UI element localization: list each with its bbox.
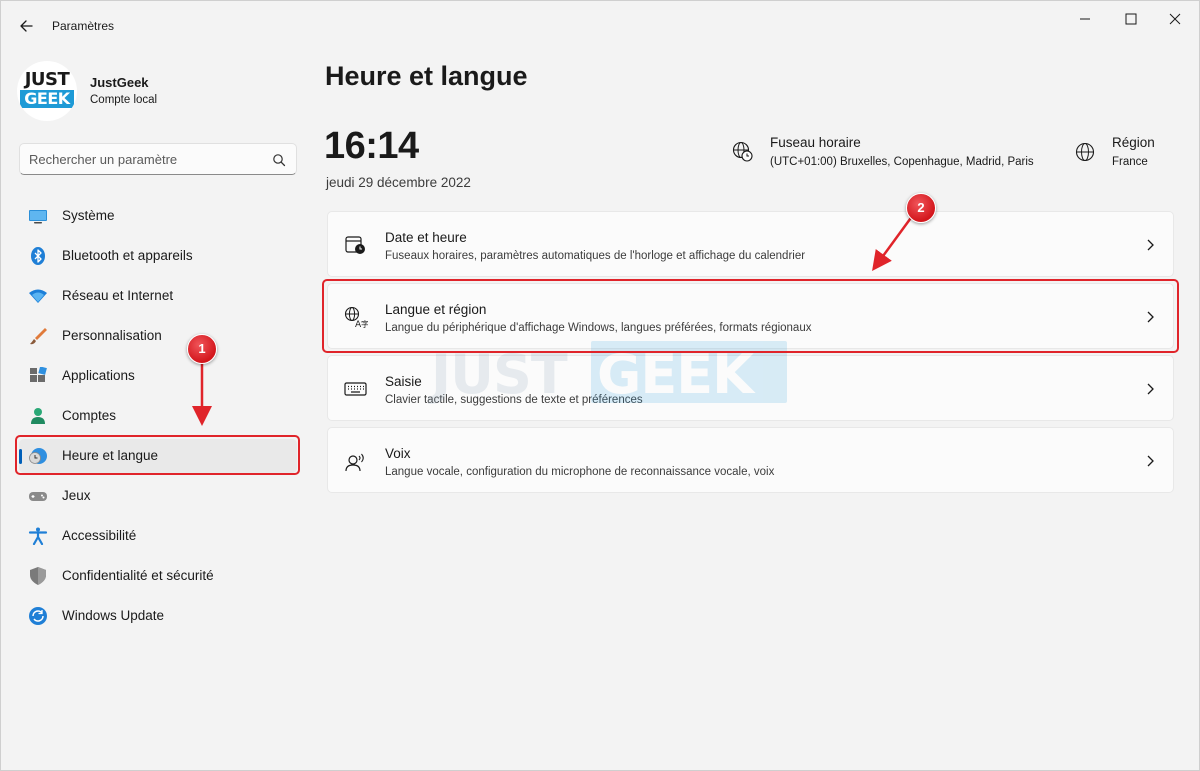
- card-description: Fuseaux horaires, paramètres automatique…: [385, 250, 806, 262]
- sidebar-item-confidentialite[interactable]: Confidentialité et sécurité: [19, 559, 297, 593]
- sidebar-item-label: Applications: [62, 368, 135, 383]
- sidebar-item-systeme[interactable]: Système: [19, 199, 297, 233]
- region-info: Région France: [1074, 135, 1184, 175]
- logo-geek-text: GEEK: [20, 90, 74, 108]
- sidebar-item-label: Personnalisation: [62, 328, 162, 343]
- sidebar-item-jeux[interactable]: Jeux: [19, 479, 297, 513]
- timezone-info: Fuseau horaire (UTC+01:00) Bruxelles, Co…: [732, 135, 1062, 175]
- close-button[interactable]: [1157, 9, 1193, 29]
- card-saisie[interactable]: Saisie Clavier tactile, suggestions de t…: [327, 355, 1174, 421]
- timezone-title: Fuseau horaire: [770, 135, 861, 150]
- sidebar-item-label: Jeux: [62, 488, 91, 503]
- sidebar-item-personnalisation[interactable]: Personnalisation: [19, 319, 297, 353]
- card-description: Langue vocale, configuration du micropho…: [385, 466, 775, 478]
- card-title: Langue et région: [385, 302, 487, 317]
- sidebar-item-comptes[interactable]: Comptes: [19, 399, 297, 433]
- sidebar-item-label: Heure et langue: [62, 448, 159, 463]
- sidebar-item-heure-langue[interactable]: Heure et langue: [19, 439, 297, 473]
- maximize-icon: [1125, 13, 1137, 25]
- card-voix[interactable]: Voix Langue vocale, configuration du mic…: [327, 427, 1174, 493]
- sidebar-item-label: Comptes: [62, 408, 117, 423]
- page-title: Heure et langue: [325, 61, 528, 91]
- step-badge-2: 2: [906, 193, 936, 223]
- speech-icon: [345, 453, 364, 472]
- gamepad-icon: [29, 492, 47, 501]
- minimize-icon: [1080, 18, 1090, 20]
- back-arrow-icon: [20, 20, 33, 32]
- step-badge-1: 1: [187, 334, 217, 364]
- account-type: Compte local: [90, 94, 158, 106]
- sidebar-item-label: Réseau et Internet: [62, 288, 174, 303]
- chevron-right-icon: [1147, 239, 1154, 251]
- avatar[interactable]: JUST GEEK: [17, 61, 77, 121]
- sidebar-item-windows-update[interactable]: Windows Update: [19, 599, 297, 633]
- current-date: jeudi 29 décembre 2022: [326, 175, 471, 190]
- person-icon: [31, 408, 45, 424]
- app-title: Paramètres: [52, 19, 115, 33]
- sidebar-item-label: Windows Update: [62, 608, 165, 623]
- search-input[interactable]: [29, 149, 269, 169]
- sidebar-item-accessibilite[interactable]: Accessibilité: [19, 519, 297, 553]
- svg-text:字: 字: [361, 319, 368, 328]
- sidebar-item-reseau[interactable]: Réseau et Internet: [19, 279, 297, 313]
- settings-window: Paramètres JUST GEEK JustGeek Compte loc…: [0, 0, 1200, 771]
- minimize-button[interactable]: [1067, 9, 1103, 29]
- brush-icon: [30, 328, 47, 345]
- sidebar-item-bluetooth[interactable]: Bluetooth et appareils: [19, 239, 297, 273]
- sidebar-item-applications[interactable]: Applications: [19, 359, 297, 393]
- card-title: Date et heure: [385, 230, 467, 245]
- search-box[interactable]: [19, 143, 297, 175]
- wifi-icon: [29, 289, 47, 303]
- close-icon: [1169, 13, 1181, 25]
- back-button[interactable]: [15, 15, 39, 37]
- card-title: Voix: [385, 446, 411, 461]
- calendar-clock-icon: [345, 236, 365, 254]
- maximize-button[interactable]: [1113, 9, 1149, 29]
- shield-icon: [30, 567, 46, 585]
- card-description: Clavier tactile, suggestions de texte et…: [385, 394, 643, 406]
- sidebar-item-label: Accessibilité: [62, 528, 137, 543]
- card-date-heure[interactable]: Date et heure Fuseaux horaires, paramètr…: [327, 211, 1174, 277]
- card-title: Saisie: [385, 374, 422, 389]
- apps-icon: [30, 367, 47, 382]
- region-value: France: [1112, 156, 1148, 168]
- chevron-right-icon: [1147, 383, 1154, 395]
- monitor-icon: [29, 210, 47, 224]
- logo-just-text: JUST: [24, 69, 70, 90]
- chevron-right-icon: [1147, 311, 1154, 323]
- title-bar: Paramètres: [1, 1, 1199, 51]
- current-time: 16:14: [324, 125, 419, 167]
- keyboard-icon: [344, 382, 367, 396]
- globe-clock-icon: [732, 141, 753, 162]
- timezone-value: (UTC+01:00) Bruxelles, Copenhague, Madri…: [770, 156, 1034, 168]
- chevron-right-icon: [1147, 455, 1154, 467]
- bluetooth-icon: [31, 247, 45, 265]
- user-name: JustGeek: [90, 75, 149, 90]
- card-description: Langue du périphérique d'affichage Windo…: [385, 322, 812, 334]
- accessibility-icon: [28, 527, 48, 545]
- globe-icon: [1075, 142, 1095, 162]
- search-icon[interactable]: [272, 153, 286, 167]
- region-title: Région: [1112, 135, 1155, 150]
- sidebar-item-label: Bluetooth et appareils: [62, 248, 193, 263]
- globe-clock-icon: [29, 448, 47, 464]
- card-langue-region[interactable]: A 字 Langue et région Langue du périphéri…: [327, 283, 1174, 349]
- sidebar-item-label: Confidentialité et sécurité: [62, 568, 214, 583]
- sidebar-item-label: Système: [62, 208, 115, 223]
- update-icon: [29, 607, 47, 625]
- language-icon: A 字: [344, 306, 368, 328]
